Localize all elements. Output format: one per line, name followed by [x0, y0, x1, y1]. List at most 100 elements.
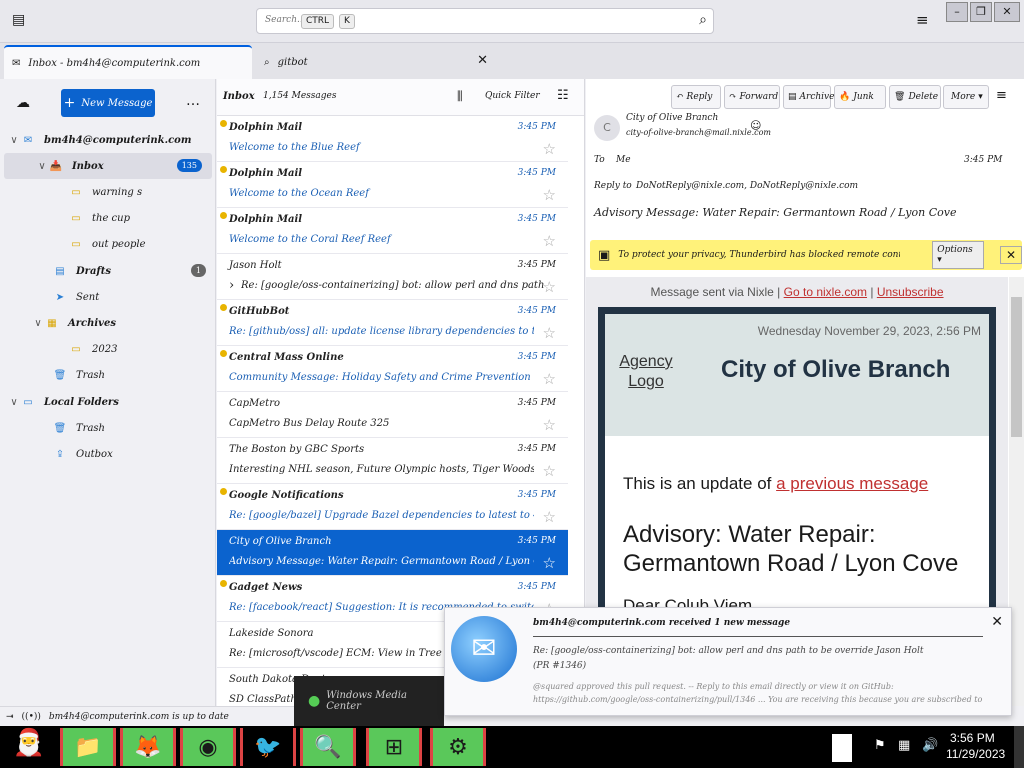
message-row[interactable]: City of Olive Branch Advisory Message: Wa…: [217, 530, 568, 576]
contact-icon[interactable]: ☺: [750, 119, 761, 132]
junk-button[interactable]: 🔥 Junk: [834, 85, 886, 109]
reply-to-value[interactable]: DoNotReply@nixle.com, DoNotReply@nixle.c…: [636, 181, 858, 191]
previous-message-link[interactable]: a previous message: [776, 474, 928, 493]
unread-dot-icon[interactable]: [220, 580, 227, 587]
tab-search[interactable]: ⌕ gitbot ✕: [256, 45, 502, 79]
media-center-window[interactable]: ● Windows Media Center: [294, 676, 444, 726]
star-icon[interactable]: ☆: [543, 462, 556, 480]
message-row[interactable]: The Boston by GBC Sports Interesting NHL …: [217, 438, 568, 484]
folder-item[interactable]: ▭ 2023: [0, 337, 216, 363]
archive-button[interactable]: ▤ Archive: [783, 85, 834, 109]
unread-dot-icon[interactable]: [220, 304, 227, 311]
agency-logo-link[interactable]: Agency Logo: [605, 352, 687, 392]
options-button[interactable]: Options ▾: [932, 241, 984, 269]
new-message-button[interactable]: + New Message: [61, 89, 155, 117]
new-mail-notification[interactable]: ✉ bm4h4@computerink.com received 1 new m…: [444, 607, 1012, 716]
firefox-icon[interactable]: 🦊: [120, 728, 176, 766]
restore-icon[interactable]: ❐: [970, 2, 992, 22]
unread-dot-icon[interactable]: [220, 166, 227, 173]
volume-icon[interactable]: 🔊: [922, 738, 938, 753]
close-tab-icon[interactable]: ✕: [477, 53, 488, 68]
message-row[interactable]: Dolphin Mail Welcome to the Ocean Reef 3:4…: [217, 162, 568, 208]
close-window-icon[interactable]: ✕: [994, 2, 1020, 22]
message-row[interactable]: Google Notifications Re: [google/bazel] U…: [217, 484, 568, 530]
star-icon[interactable]: ☆: [543, 278, 556, 296]
to-value[interactable]: Me: [616, 155, 631, 165]
more-options-icon[interactable]: …: [186, 93, 200, 109]
global-search[interactable]: Search... CTRL K ⌕: [256, 8, 714, 34]
tab-inbox[interactable]: ✉ Inbox - bm4h4@computerink.com: [4, 45, 252, 79]
nixle-link[interactable]: Go to nixle.com: [784, 285, 867, 299]
chevron-down-icon[interactable]: ∨: [36, 161, 48, 172]
chrome-icon[interactable]: ◉: [180, 728, 236, 766]
show-hidden-icons[interactable]: [832, 734, 852, 762]
star-icon[interactable]: ☆: [543, 140, 556, 158]
control-panel-icon[interactable]: ⚙: [430, 728, 486, 766]
get-messages-icon[interactable]: ☁: [16, 95, 30, 111]
windows-media-center-taskbar-icon[interactable]: ⊞: [366, 728, 422, 766]
reader-scroll-thumb[interactable]: [1011, 297, 1022, 437]
message-row[interactable]: CapMetro CapMetro Bus Delay Route 325 3:45…: [217, 392, 568, 438]
more-button[interactable]: More ▾: [943, 85, 989, 109]
show-desktop-button[interactable]: [1014, 726, 1024, 768]
folder-item[interactable]: ▭ the cup: [0, 206, 216, 232]
star-icon[interactable]: ☆: [543, 370, 556, 388]
minimize-icon[interactable]: –: [946, 2, 968, 22]
star-icon[interactable]: ☆: [543, 508, 556, 526]
online-status-icon[interactable]: ((•)): [22, 712, 41, 722]
star-icon[interactable]: ☆: [543, 186, 556, 204]
folder-item[interactable]: ▤ Drafts 1: [0, 258, 216, 284]
unread-dot-icon[interactable]: [220, 350, 227, 357]
action-center-icon[interactable]: ⚑: [874, 738, 886, 753]
folder-item[interactable]: ∨ 📥 Inbox 135: [4, 153, 212, 180]
sent-via-text: Message sent via Nixle |: [650, 285, 781, 299]
star-icon[interactable]: ☆: [543, 324, 556, 342]
message-row[interactable]: Central Mass Online Community Message: Ho…: [217, 346, 568, 392]
folder-item[interactable]: 🗑 Trash: [0, 415, 216, 441]
magnifier-icon[interactable]: 🔍: [300, 728, 356, 766]
delete-button[interactable]: 🗑 Delete: [889, 85, 941, 109]
quick-filter-label[interactable]: Quick Filter: [485, 91, 540, 101]
thread-expand-icon[interactable]: ›: [229, 278, 234, 293]
message-row[interactable]: Dolphin Mail Welcome to the Coral Reef Re…: [217, 208, 568, 254]
folder-item[interactable]: ∨ ✉ bm4h4@computerink.com: [0, 127, 216, 153]
forward-button[interactable]: ↷ Forward: [724, 85, 780, 109]
unread-dot-icon[interactable]: [220, 488, 227, 495]
unread-dot-icon[interactable]: [220, 212, 227, 219]
folder-item[interactable]: ∨ ▭ Local Folders: [0, 389, 216, 415]
chevron-down-icon[interactable]: ∨: [32, 318, 44, 329]
thunderbird-taskbar-icon[interactable]: 🐦: [240, 728, 296, 766]
sidebar-toggle-icon[interactable]: ▤: [12, 12, 25, 28]
folder-item[interactable]: 🗑 Trash: [0, 363, 216, 389]
folder-item[interactable]: ➤ Sent: [0, 284, 216, 310]
file-explorer-icon[interactable]: 📁: [60, 728, 116, 766]
search-icon[interactable]: ⌕: [699, 12, 707, 28]
chevron-down-icon[interactable]: ∨: [8, 135, 20, 146]
close-toast-icon[interactable]: ✕: [991, 614, 1003, 630]
from-name[interactable]: City of Olive Branch: [626, 113, 718, 123]
pane-toggle-icon[interactable]: ⇥: [6, 712, 14, 722]
reply-button[interactable]: ↶ Reply: [671, 85, 721, 109]
quick-filter-icon[interactable]: ⫼: [457, 89, 463, 104]
star-icon[interactable]: ☆: [543, 416, 556, 434]
message-row[interactable]: › Jason Holt Re: [google/oss-containerizin…: [217, 254, 568, 300]
list-options-icon[interactable]: ☷: [557, 88, 569, 103]
folder-item[interactable]: ▭ out people: [0, 232, 216, 258]
reader-menu-icon[interactable]: ≡: [996, 88, 1007, 103]
star-icon[interactable]: ☆: [543, 554, 556, 572]
star-icon[interactable]: ☆: [543, 232, 556, 250]
clock-date[interactable]: 11/29/2023: [946, 747, 1005, 761]
app-menu-icon[interactable]: ≡: [916, 11, 929, 29]
chevron-down-icon[interactable]: ∨: [8, 397, 20, 408]
message-row[interactable]: GitHubBot Re: [github/oss] all: update li…: [217, 300, 568, 346]
folder-item[interactable]: ∨ ▦ Archives: [0, 310, 216, 336]
close-notice-icon[interactable]: ✕: [999, 246, 1022, 264]
unsubscribe-link[interactable]: Unsubscribe: [877, 285, 944, 299]
unread-dot-icon[interactable]: [220, 120, 227, 127]
clock-time[interactable]: 3:56 PM: [950, 731, 995, 745]
start-button-icon[interactable]: 🎅: [2, 728, 56, 766]
folder-item[interactable]: ▭ warning s: [0, 179, 216, 205]
network-icon[interactable]: ▦: [898, 738, 910, 753]
message-row[interactable]: Dolphin Mail Welcome to the Blue Reef 3:45…: [217, 116, 568, 162]
folder-item[interactable]: ⇪ Outbox: [0, 441, 216, 467]
